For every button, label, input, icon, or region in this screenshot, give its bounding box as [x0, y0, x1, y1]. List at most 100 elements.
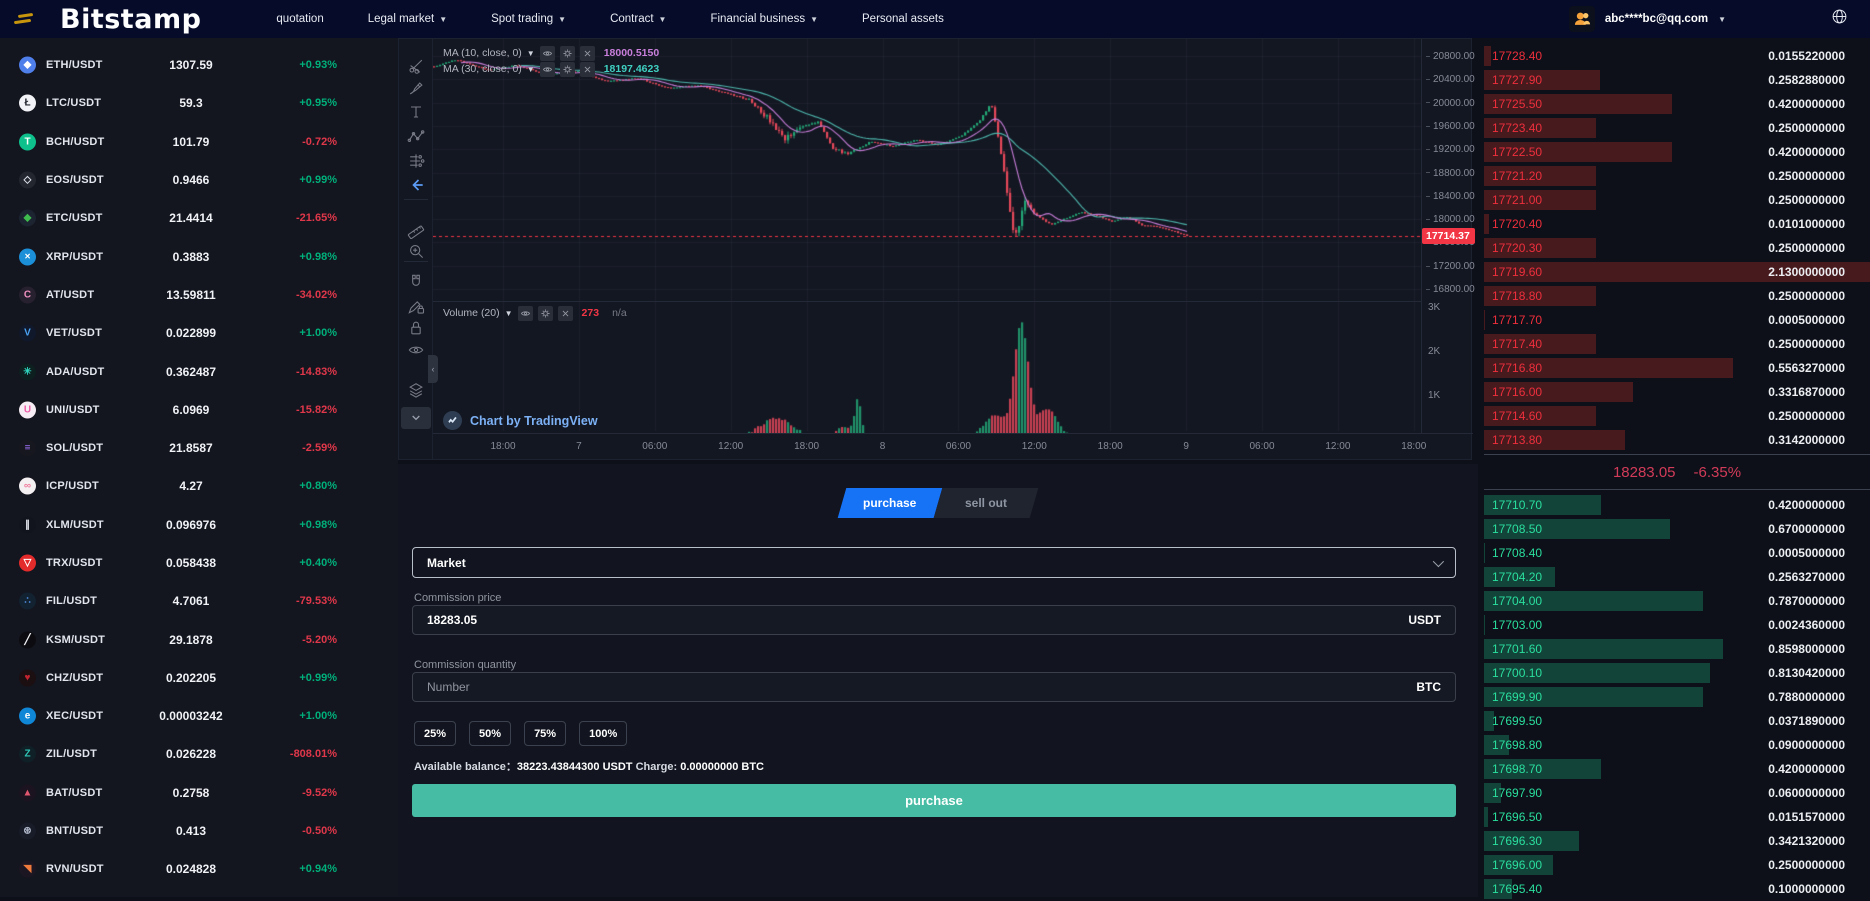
bid-row[interactable]: 17704.000.7870000000 [1484, 589, 1870, 613]
watchlist-row-trx[interactable]: ▽TRX/USDT0.058438+0.40% [0, 544, 398, 582]
watchlist-row-at[interactable]: CAT/USDT13.59811-34.02% [0, 276, 398, 314]
menu-item-contract[interactable]: Contract▼ [610, 13, 666, 25]
bid-row[interactable]: 17696.500.0151570000 [1484, 805, 1870, 829]
tab-purchase[interactable]: purchase [838, 488, 943, 518]
watchlist-row-rvn[interactable]: ◥RVN/USDT0.024828+0.94% [0, 850, 398, 888]
ask-row[interactable]: 17725.500.4200000000 [1484, 92, 1870, 116]
watchlist-row-ada[interactable]: ✳ADA/USDT0.362487-14.83% [0, 352, 398, 390]
price-chart-canvas[interactable] [433, 39, 1421, 433]
ma10-eye-icon[interactable] [540, 46, 555, 61]
chevron-down-icon[interactable] [401, 407, 431, 429]
ma10-close-icon[interactable] [580, 46, 595, 61]
ask-row[interactable]: 17717.700.0005000000 [1484, 308, 1870, 332]
collapse-left-icon[interactable] [405, 174, 427, 196]
tradingview-attribution[interactable]: Chart by TradingView [443, 411, 598, 430]
bid-row[interactable]: 17696.300.3421320000 [1484, 829, 1870, 853]
price-axis[interactable]: 17714.37 20800.0020400.0020000.0019600.0… [1421, 39, 1473, 433]
commission-quantity-input[interactable] [427, 680, 1416, 694]
ask-row[interactable]: 17722.500.4200000000 [1484, 140, 1870, 164]
watchlist-row-uni[interactable]: UUNI/USDT6.0969-15.82% [0, 391, 398, 429]
user-email[interactable]: abc****bc@qq.com [1605, 13, 1708, 25]
user-avatar-icon[interactable] [1569, 6, 1595, 32]
user-menu-caret-icon[interactable]: ▼ [1718, 15, 1726, 24]
watchlist-row-eth[interactable]: ◆ETH/USDT1307.59+0.93% [0, 46, 398, 84]
ma10-caret-icon[interactable]: ▼ [527, 49, 535, 58]
tab-sell-out[interactable]: sell out [934, 488, 1039, 518]
percent-75-button[interactable]: 75% [524, 721, 566, 746]
watchlist-row-etc[interactable]: ◆ETC/USDT21.4414-21.65% [0, 199, 398, 237]
bid-row[interactable]: 17699.900.7880000000 [1484, 685, 1870, 709]
bid-row[interactable]: 17697.900.0600000000 [1484, 781, 1870, 805]
watchlist-row-ksm[interactable]: ╱KSM/USDT29.1878-5.20% [0, 620, 398, 658]
magnet-tool-icon[interactable] [405, 271, 427, 293]
bid-row[interactable]: 17704.200.2563270000 [1484, 565, 1870, 589]
percent-50-button[interactable]: 50% [469, 721, 511, 746]
ask-row[interactable]: 17721.200.2500000000 [1484, 164, 1870, 188]
ask-row[interactable]: 17716.000.3316870000 [1484, 380, 1870, 404]
bid-row[interactable]: 17696.000.2500000000 [1484, 853, 1870, 877]
watchlist-row-eos[interactable]: ◇EOS/USDT0.9466+0.99% [0, 161, 398, 199]
ma10-settings-gear-icon[interactable] [560, 46, 575, 61]
percent-25-button[interactable]: 25% [414, 721, 456, 746]
watchlist-row-chz[interactable]: ♥CHZ/USDT0.202205+0.99% [0, 659, 398, 697]
time-axis[interactable]: 18:00706:0012:0018:00806:0012:0018:00906… [433, 433, 1473, 460]
watchlist-row-vet[interactable]: VVET/USDT0.022899+1.00% [0, 314, 398, 352]
ma30-close-icon[interactable] [580, 62, 595, 77]
ask-row[interactable]: 17728.400.0155220000 [1484, 44, 1870, 68]
menu-item-financial-business[interactable]: Financial business▼ [710, 13, 818, 25]
volume-eye-icon[interactable] [518, 306, 533, 321]
menu-item-quotation[interactable]: quotation [276, 13, 323, 25]
watchlist-row-icp[interactable]: ∞ICP/USDT4.27+0.80% [0, 467, 398, 505]
ask-row[interactable]: 17719.602.1300000000 [1484, 260, 1870, 284]
ask-row[interactable]: 17713.800.3142000000 [1484, 428, 1870, 452]
watchlist-row-fil[interactable]: ∴FIL/USDT4.7061-79.53% [0, 582, 398, 620]
layers-tool-icon[interactable] [405, 379, 427, 401]
volume-close-icon[interactable] [558, 306, 573, 321]
eye-tool-icon[interactable] [405, 339, 427, 361]
watchlist-row-bch[interactable]: TBCH/USDT101.79-0.72% [0, 123, 398, 161]
lock-tool-icon[interactable] [405, 317, 427, 339]
watchlist-row-sol[interactable]: ≡SOL/USDT21.8587-2.59% [0, 429, 398, 467]
bid-row[interactable]: 17695.400.1000000000 [1484, 877, 1870, 901]
mid-price-row[interactable]: 18283.05 -6.35% [1484, 454, 1870, 490]
ask-row[interactable]: 17723.400.2500000000 [1484, 116, 1870, 140]
bid-row[interactable]: 17698.700.4200000000 [1484, 757, 1870, 781]
ruler-tool-icon[interactable] [405, 218, 427, 240]
bid-row[interactable]: 17710.700.4200000000 [1484, 493, 1870, 517]
menu-item-spot-trading[interactable]: Spot trading▼ [491, 13, 566, 25]
ma30-caret-icon[interactable]: ▼ [527, 65, 535, 74]
bid-row[interactable]: 17708.400.0005000000 [1484, 541, 1870, 565]
ma30-eye-icon[interactable] [540, 62, 555, 77]
watchlist-row-xrp[interactable]: ×XRP/USDT0.3883+0.98% [0, 237, 398, 275]
watchlist-row-bnt[interactable]: ⊛BNT/USDT0.413-0.50% [0, 812, 398, 850]
ask-row[interactable]: 17721.000.2500000000 [1484, 188, 1870, 212]
percent-100-button[interactable]: 100% [579, 721, 627, 746]
ask-row[interactable]: 17720.300.2500000000 [1484, 236, 1870, 260]
draw-lock-tool-icon[interactable] [405, 295, 427, 317]
watchlist-row-zil[interactable]: ZZIL/USDT0.026228-808.01% [0, 735, 398, 773]
bid-row[interactable]: 17698.800.0900000000 [1484, 733, 1870, 757]
watchlist-row-xec[interactable]: eXEC/USDT0.00003242+1.00% [0, 697, 398, 735]
watchlist-row-xlm[interactable]: ∥XLM/USDT0.096976+0.98% [0, 506, 398, 544]
pane-divider[interactable] [433, 301, 1421, 302]
zoom-in-tool-icon[interactable] [405, 240, 427, 262]
brush-tool-icon[interactable] [405, 77, 427, 99]
pattern-tool-icon[interactable] [405, 126, 427, 148]
watchlist-row-bat[interactable]: ▲BAT/USDT0.2758-9.52% [0, 774, 398, 812]
menu-item-personal-assets[interactable]: Personal assets [862, 13, 944, 25]
ask-row[interactable]: 17717.400.2500000000 [1484, 332, 1870, 356]
order-type-select[interactable]: Market [412, 547, 1456, 578]
commission-price-input[interactable] [427, 613, 1408, 627]
ask-row[interactable]: 17714.600.2500000000 [1484, 404, 1870, 428]
watchlist-collapse-handle[interactable]: ‹ [428, 355, 438, 383]
text-tool-icon[interactable] [405, 101, 427, 123]
purchase-submit-button[interactable]: purchase [412, 784, 1456, 817]
ask-row[interactable]: 17727.900.2582880000 [1484, 68, 1870, 92]
ask-row[interactable]: 17718.800.2500000000 [1484, 284, 1870, 308]
bid-row[interactable]: 17701.600.8598000000 [1484, 637, 1870, 661]
forecast-tool-icon[interactable] [405, 150, 427, 172]
ask-row[interactable]: 17716.800.5563270000 [1484, 356, 1870, 380]
menu-item-legal-market[interactable]: Legal market▼ [368, 13, 447, 25]
bid-row[interactable]: 17703.000.0024360000 [1484, 613, 1870, 637]
bid-row[interactable]: 17708.500.6700000000 [1484, 517, 1870, 541]
